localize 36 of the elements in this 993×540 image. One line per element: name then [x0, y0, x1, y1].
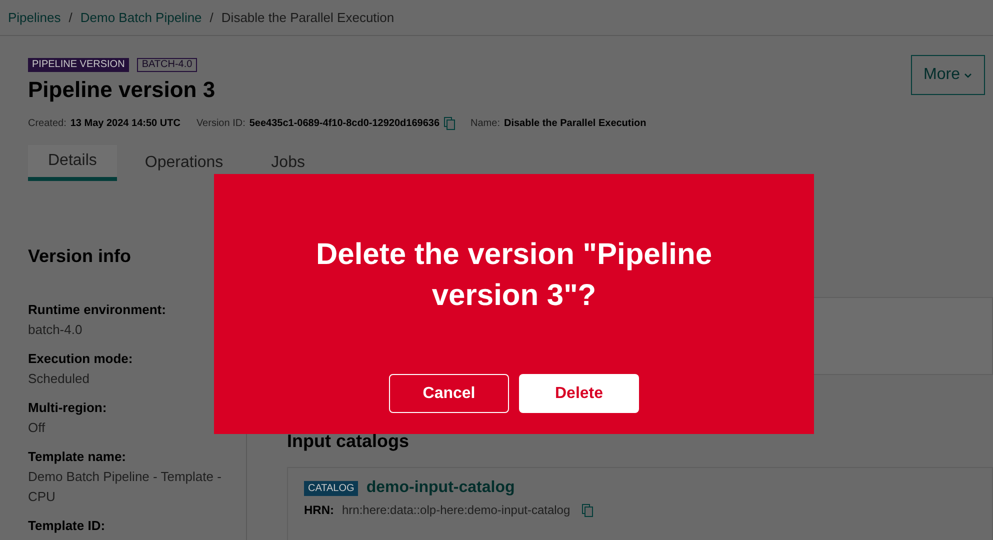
breadcrumb-link[interactable]: Pipelines	[8, 8, 61, 28]
field-label: Runtime environment:	[28, 301, 167, 319]
field-label: Template ID:	[28, 517, 106, 535]
tab[interactable]: Jobs	[251, 145, 325, 181]
chevron-down-icon	[964, 72, 972, 78]
field-value: Demo Batch Pipeline - Template - CPU	[28, 468, 222, 506]
section-title: Input catalogs	[287, 430, 410, 453]
cancel-button[interactable]: Cancel	[389, 374, 509, 413]
runtime-badge: BATCH-4.0	[136, 58, 198, 72]
version-badge: PIPELINE VERSION	[28, 58, 129, 72]
delete-button[interactable]: Delete	[519, 374, 639, 413]
copy-icon[interactable]	[582, 504, 594, 516]
page-title: Pipeline version 3	[28, 76, 216, 104]
breadcrumb-current: Disable the Parallel Execution	[221, 8, 394, 27]
hrn-label: HRN:	[304, 502, 334, 518]
catalog-link[interactable]: demo-input-catalog	[366, 476, 515, 500]
catalog-badge: CATALOG	[304, 480, 358, 496]
section-title: Version info	[28, 245, 132, 268]
breadcrumb-separator: /	[210, 8, 214, 27]
meta-item: Name: Disable the Parallel Execution	[470, 117, 646, 131]
meta-item: Created: 13 May 2024 14:50 UTC	[28, 117, 180, 131]
field-label: Execution mode:	[28, 350, 134, 368]
field-value: batch-4.0	[28, 321, 84, 339]
hrn-value: hrn:here:data::olp-here:demo-input-catalog	[342, 502, 570, 518]
field-label: Multi-region:	[28, 399, 108, 417]
field-label: Template name:	[28, 448, 128, 466]
dialog-title: Delete the version "Pipeline version 3"?	[314, 237, 714, 314]
tab[interactable]: Operations	[124, 145, 244, 181]
field-value: Off	[28, 419, 46, 437]
more-button[interactable]: More	[910, 55, 985, 95]
field-value: Scheduled	[28, 370, 90, 388]
copy-icon[interactable]	[444, 117, 455, 130]
breadcrumb-separator: /	[68, 8, 72, 27]
meta-item: Version ID: 5ee435c1-0689-4f10-8cd0-12920d169636	[196, 116, 455, 131]
tab[interactable]: Details	[28, 145, 117, 181]
breadcrumb-link[interactable]: Demo Batch Pipeline	[80, 8, 202, 28]
